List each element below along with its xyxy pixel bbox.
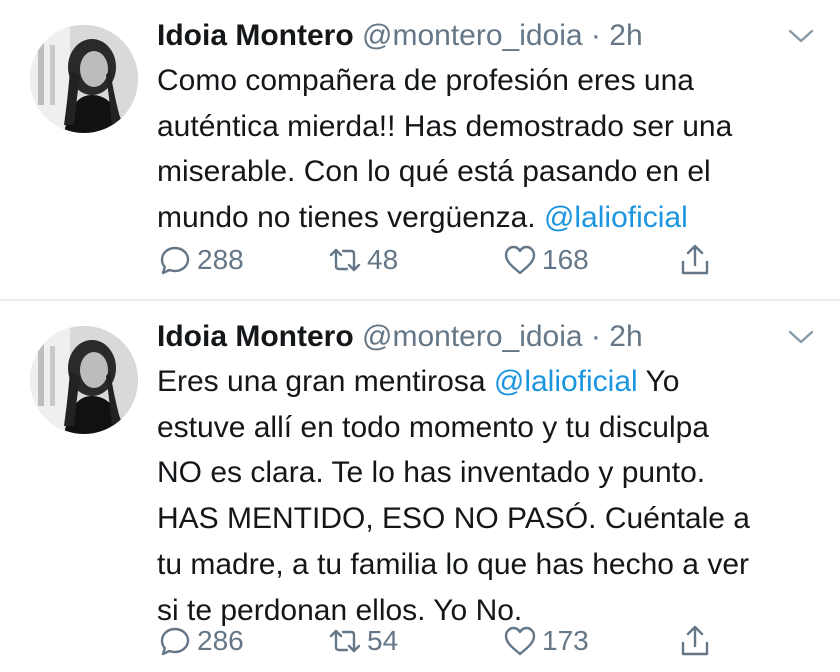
text-line: HAS MENTIDO, ESO NO PASÓ. Cuéntale a <box>157 502 750 536</box>
like-button[interactable]: 168 <box>502 240 589 280</box>
user-handle[interactable]: @montero_idoia <box>362 19 583 52</box>
reply-icon <box>160 627 190 656</box>
tweet-actions: 286 54 173 <box>157 621 757 661</box>
like-count: 173 <box>542 625 589 656</box>
display-name[interactable]: Idoia Montero <box>157 19 354 52</box>
retweet-button[interactable]: 54 <box>327 621 398 661</box>
avatar-image <box>30 326 138 434</box>
tweet-text: Como compañera de profesión eres una aut… <box>157 58 817 241</box>
retweet-count: 54 <box>367 625 399 656</box>
avatar[interactable] <box>30 25 138 133</box>
text-line: NO es clara. Te lo has inventado y punto… <box>157 456 706 490</box>
tweet[interactable]: Idoia Montero @montero_idoia · 2h Como c… <box>0 0 840 300</box>
timestamp[interactable]: 2h <box>609 320 642 353</box>
heart-icon <box>504 245 536 275</box>
heart-icon <box>504 626 536 656</box>
tweet-header: Idoia Montero @montero_idoia · 2h <box>157 16 643 56</box>
text-line: auténtica mierda!! Has demostrado ser un… <box>157 109 733 143</box>
reply-button[interactable]: 286 <box>157 621 244 661</box>
mention-link[interactable]: @lalioficial <box>494 365 638 398</box>
reply-count: 286 <box>197 625 244 656</box>
separator-dot: · <box>590 320 601 353</box>
text-line: tu madre, a tu familia lo que has hecho … <box>157 547 750 581</box>
text-line: miserable. Con lo qué está pasando en el <box>157 155 711 189</box>
avatar-image <box>30 25 138 133</box>
text-line: Yo <box>645 365 680 398</box>
retweet-icon <box>329 248 361 272</box>
avatar[interactable] <box>30 326 138 434</box>
chevron-down-icon[interactable] <box>786 327 816 347</box>
reply-button[interactable]: 288 <box>157 240 244 280</box>
user-handle[interactable]: @montero_idoia <box>362 320 583 353</box>
retweet-count: 48 <box>367 244 399 275</box>
share-button[interactable] <box>677 240 713 280</box>
text-line: estuve allí en todo momento y tu disculp… <box>157 410 709 444</box>
tweet[interactable]: Idoia Montero @montero_idoia · 2h Eres u… <box>0 301 840 672</box>
like-button[interactable]: 173 <box>502 621 589 661</box>
text-line: Como compañera de profesión eres una <box>157 64 694 97</box>
retweet-icon <box>329 629 361 653</box>
chevron-down-icon[interactable] <box>786 26 816 46</box>
separator-dot: · <box>590 19 601 52</box>
tweet-text: Eres una gran mentirosa @lalioficial Yo … <box>157 359 817 633</box>
share-icon <box>681 625 709 656</box>
reply-icon <box>160 246 190 275</box>
tweet-actions: 288 48 168 <box>157 240 757 280</box>
display-name[interactable]: Idoia Montero <box>157 320 354 353</box>
timestamp[interactable]: 2h <box>609 19 642 52</box>
mention-link[interactable]: @lalioficial <box>544 201 688 234</box>
share-button[interactable] <box>677 621 713 661</box>
reply-count: 288 <box>197 244 244 275</box>
retweet-button[interactable]: 48 <box>327 240 398 280</box>
like-count: 168 <box>542 244 589 275</box>
text-line: mundo no tienes vergüenza. <box>157 201 536 235</box>
share-icon <box>681 244 709 275</box>
text-line: Eres una gran mentirosa <box>157 365 486 398</box>
tweet-header: Idoia Montero @montero_idoia · 2h <box>157 317 643 357</box>
